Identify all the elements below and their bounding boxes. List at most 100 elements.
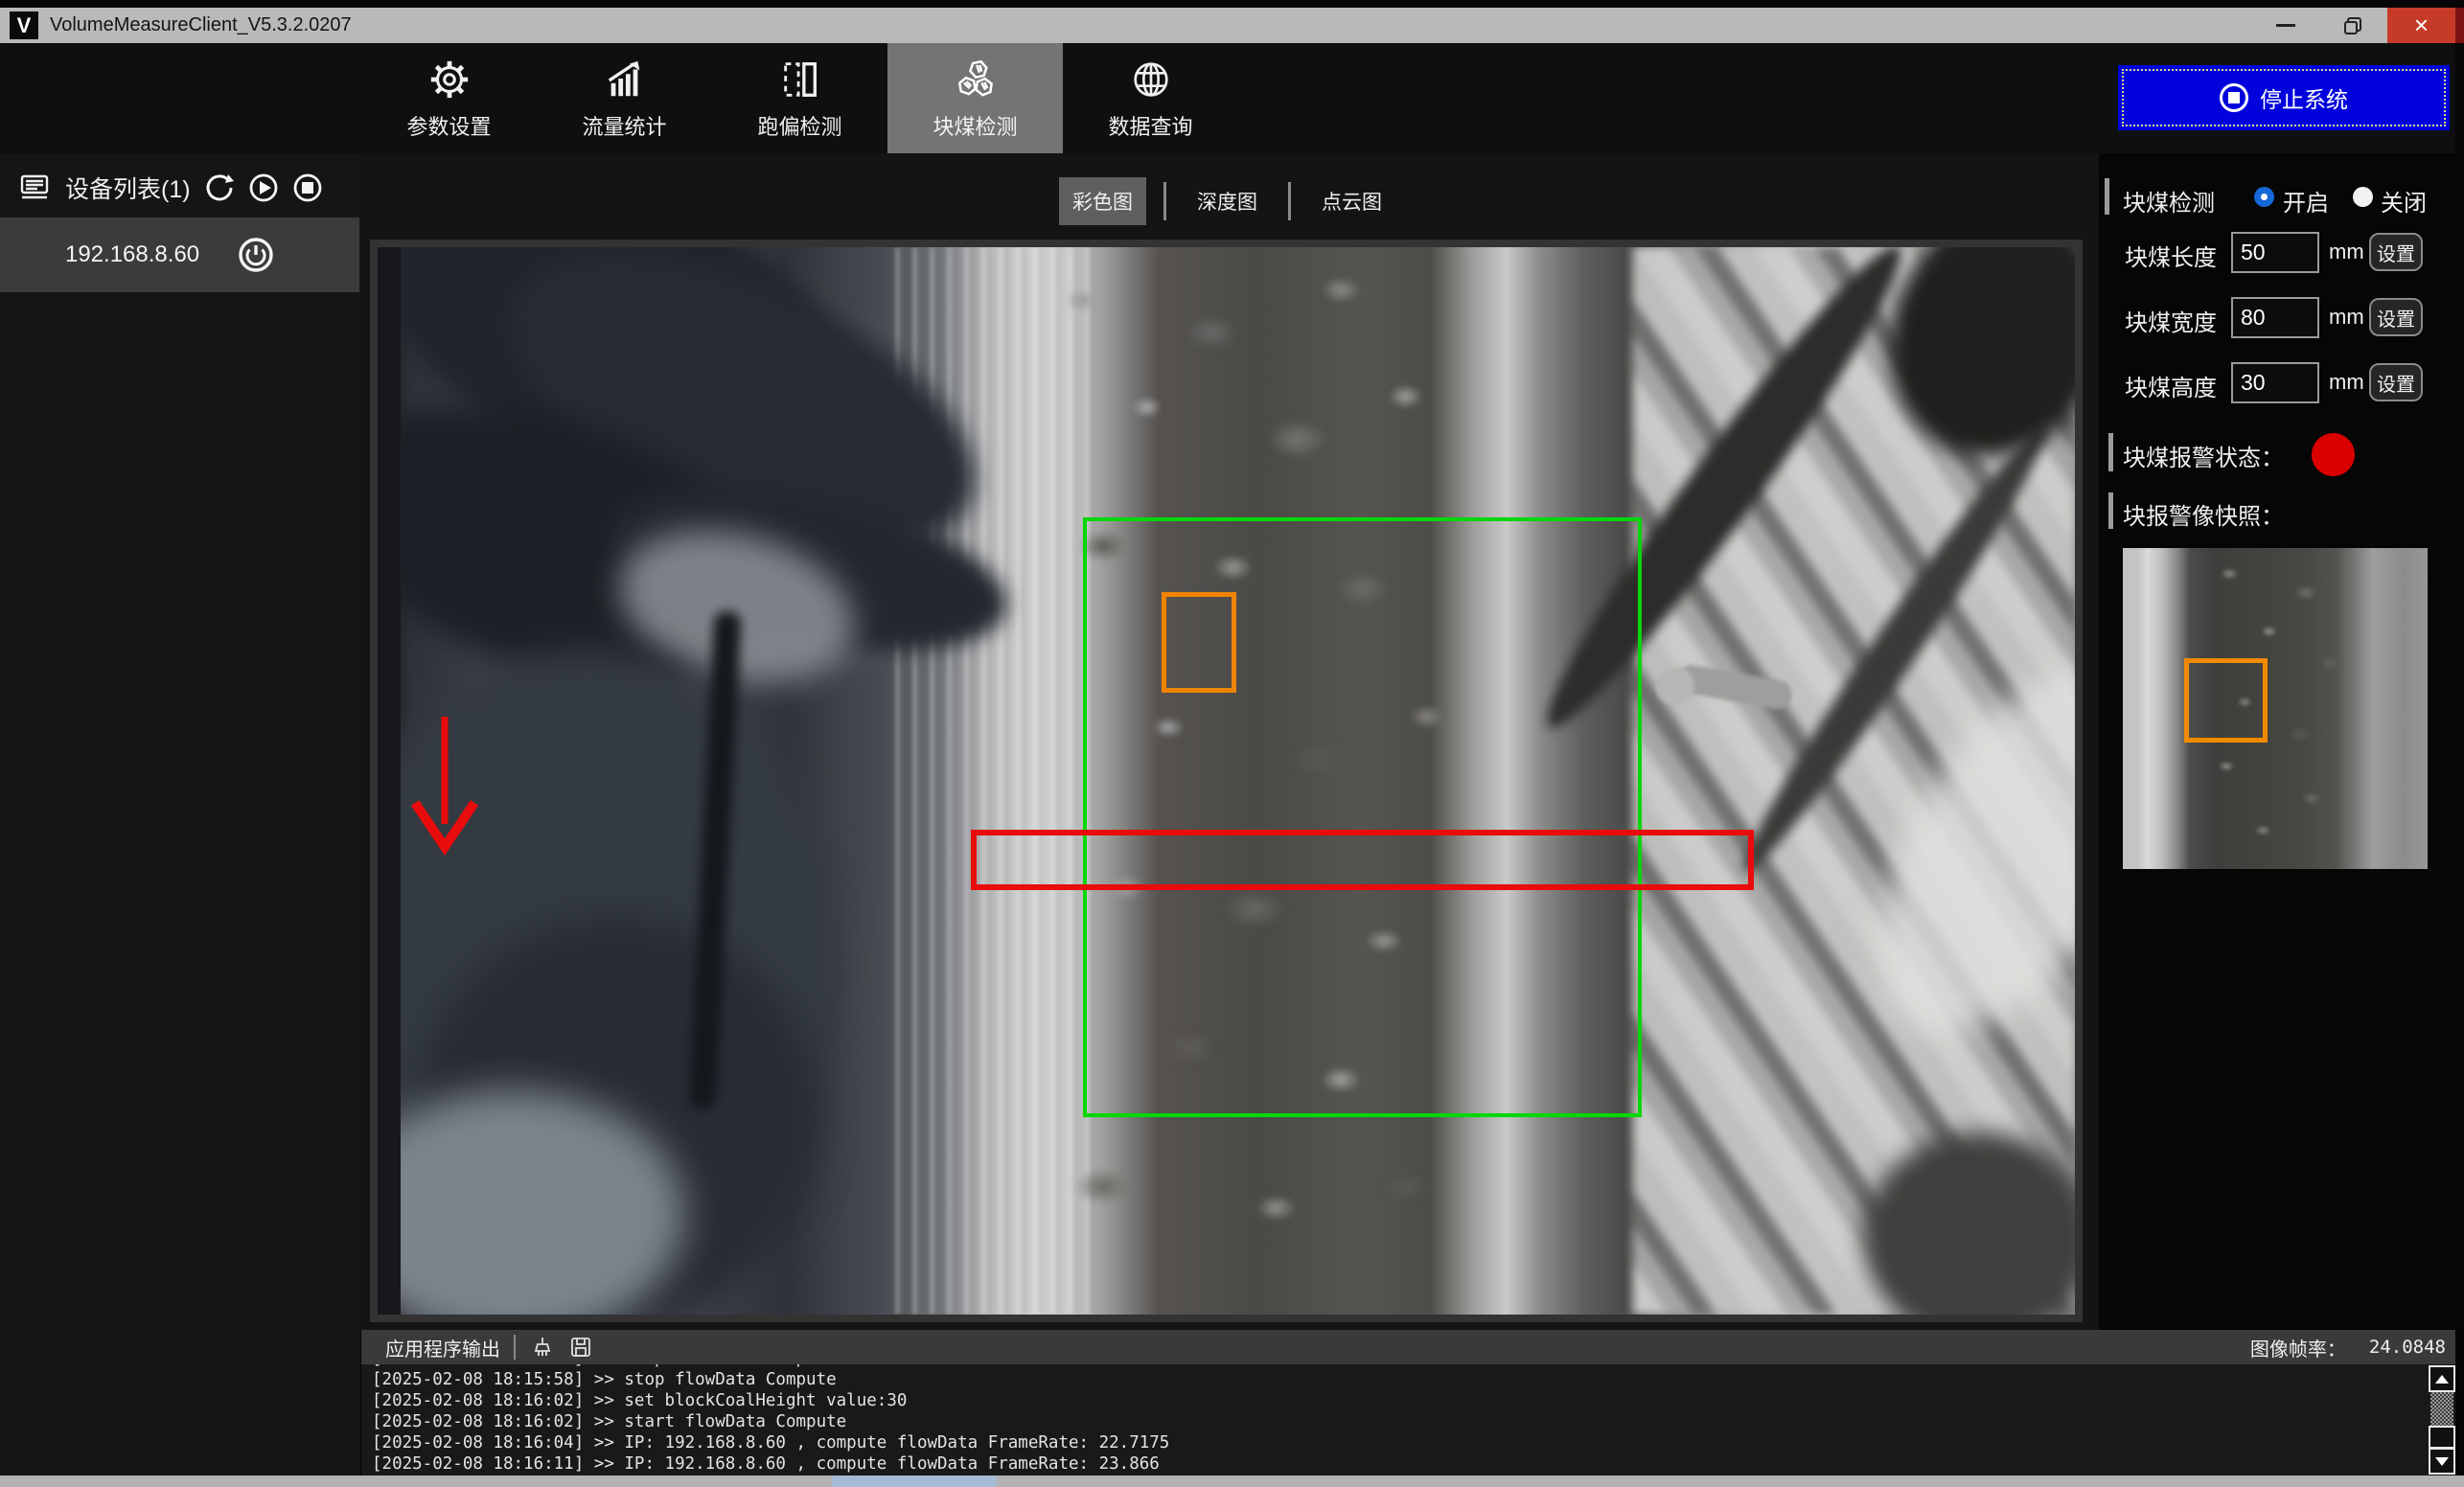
section-accent-bar: [2108, 492, 2113, 529]
minimize-button[interactable]: [2254, 8, 2317, 43]
log-line: [2025-02-08 18:16:11] >> IP: 192.168.8.6…: [372, 1453, 2425, 1475]
background-window-edge: [2455, 8, 2464, 43]
framerate-value: 24.0848: [2369, 1337, 2446, 1358]
framerate-label: 图像帧率：: [2250, 1334, 2346, 1361]
scrollbar-thumb[interactable]: [2429, 1426, 2455, 1449]
radio-off[interactable]: [2353, 187, 2373, 207]
section-accent-bar: [2108, 433, 2113, 471]
camera-color-image: [378, 247, 2075, 1315]
app-logo: V: [10, 11, 38, 39]
radio-off-label[interactable]: 关闭: [2381, 184, 2427, 217]
titlebar: V VolumeMeasureClient_V5.3.2.0207 ×: [0, 8, 2455, 43]
block-length-label: 块煤长度: [2125, 239, 2217, 272]
tab-separator: [1288, 182, 1291, 220]
radio-on[interactable]: [2254, 187, 2274, 207]
toolbar-item-label: 块煤检测: [933, 110, 1017, 141]
alarm-snapshot-image: [2123, 548, 2428, 869]
stop-all-icon[interactable]: [292, 172, 323, 203]
block-height-label: 块煤高度: [2125, 369, 2217, 402]
device-panel-header: 设备列表(1): [0, 158, 360, 217]
log-line: [2025-02-08 18:16:04] >> IP: 192.168.8.6…: [372, 1432, 2425, 1453]
taskbar-sliver: [0, 1476, 2464, 1487]
stop-circle-icon: [2220, 83, 2248, 112]
log-line: [2025-02-08 18:15:58] >> stop flowData C…: [372, 1369, 2425, 1390]
framerate-readout: 图像帧率： 24.0848: [2250, 1330, 2446, 1364]
arrow-up-icon: [2435, 1375, 2449, 1384]
alarm-status-indicator: [2312, 433, 2355, 476]
arrow-down-icon: [2435, 1457, 2449, 1466]
stop-system-button[interactable]: 停止系统: [2118, 65, 2450, 130]
log-lines: [2025-02-08 18:15:58] >> stop flowData C…: [372, 1364, 2425, 1475]
device-panel: 设备列表(1) 192.168.8.60: [0, 153, 360, 1476]
toolbar-item-label: 参数设置: [406, 110, 491, 141]
camera-view-frame: [370, 240, 2083, 1322]
device-list-icon: [19, 173, 54, 202]
toolbar-item-label: 跑偏检测: [757, 110, 841, 141]
section-accent-bar: [2105, 178, 2109, 215]
block-length-input[interactable]: [2231, 232, 2319, 273]
main-toolbar: 参数设置 流量统计 跑偏检测: [0, 43, 2455, 153]
toolbar-item-flow-statistics[interactable]: 流量统计: [537, 43, 712, 153]
block-length-unit: mm: [2329, 240, 2364, 264]
toolbar-item-deviation-detection[interactable]: 跑偏检测: [712, 43, 887, 153]
clear-log-icon[interactable]: [531, 1336, 554, 1359]
save-log-icon[interactable]: [569, 1336, 592, 1359]
detected-block-rectangle: [1162, 592, 1236, 693]
device-row[interactable]: 192.168.8.60: [0, 217, 359, 292]
log-output-area[interactable]: [2025-02-08 18:15:58] >> stop flowData C…: [361, 1364, 2455, 1476]
radio-on-label[interactable]: 开启: [2283, 184, 2329, 217]
play-all-icon[interactable]: [248, 172, 279, 203]
log-line-clipped: [2025-02-08 18:15:58] >> stop flowData C…: [372, 1364, 2425, 1369]
block-coal-section-title: 块煤检测: [2123, 184, 2215, 217]
scrollbar-down-button[interactable]: [2429, 1448, 2455, 1475]
toolbar-item-parameter-settings[interactable]: 参数设置: [361, 43, 537, 153]
device-list-title: 设备列表(1): [65, 171, 191, 205]
block-width-input[interactable]: [2231, 297, 2319, 338]
bar-chart-icon: [602, 57, 648, 103]
log-line: [2025-02-08 18:16:02] >> start flowData …: [372, 1411, 2425, 1432]
scrollbar-track[interactable]: [2430, 1392, 2453, 1427]
alarm-status-label: 块煤报警状态：: [2123, 439, 2284, 472]
minimize-icon: [2276, 24, 2295, 27]
flow-direction-arrow: [410, 713, 479, 858]
log-panel-title: 应用程序输出: [385, 1334, 500, 1361]
gear-icon: [426, 57, 472, 103]
tab-separator: [1163, 182, 1166, 220]
block-height-unit: mm: [2329, 370, 2364, 395]
power-icon[interactable]: [238, 237, 274, 273]
block-width-label: 块煤宽度: [2125, 304, 2217, 337]
alarm-snapshot-label: 块报警像快照：: [2123, 497, 2284, 531]
toolbar-item-label: 流量统计: [582, 110, 666, 141]
globe-icon: [1128, 57, 1174, 103]
log-header-separator: [514, 1335, 516, 1360]
refresh-icon[interactable]: [204, 172, 235, 203]
close-button[interactable]: ×: [2387, 8, 2455, 43]
stop-system-label: 停止系统: [2260, 81, 2348, 114]
toolbar-item-label: 数据查询: [1108, 110, 1192, 141]
toolbar-item-block-coal-detection[interactable]: 块煤检测: [887, 43, 1063, 153]
device-ip: 192.168.8.60: [65, 241, 199, 268]
tab-color-image[interactable]: 彩色图: [1059, 177, 1146, 225]
restore-icon: [2342, 15, 2363, 36]
block-height-set-button[interactable]: 设置: [2369, 363, 2423, 401]
log-scrollbar[interactable]: [2429, 1364, 2455, 1476]
restore-button[interactable]: [2321, 8, 2384, 43]
tab-depth-image[interactable]: 深度图: [1184, 177, 1271, 225]
taskbar-highlight: [832, 1476, 997, 1487]
block-width-set-button[interactable]: 设置: [2369, 298, 2423, 336]
log-panel-header: 应用程序输出 图像帧率： 24.0848: [361, 1330, 2455, 1364]
tab-point-cloud[interactable]: 点云图: [1308, 177, 1395, 225]
coal-lumps-icon: [953, 57, 999, 103]
view-tab-bar: 彩色图 深度图 点云图: [1059, 178, 1395, 224]
log-line: [2025-02-08 18:16:02] >> set blockCoalHe…: [372, 1390, 2425, 1411]
window-title: VolumeMeasureClient_V5.3.2.0207: [50, 8, 352, 43]
scrollbar-up-button[interactable]: [2429, 1365, 2455, 1392]
snapshot-block-rectangle: [2184, 658, 2268, 743]
app-window: V VolumeMeasureClient_V5.3.2.0207 × 参数设置: [0, 0, 2464, 1487]
deviation-rects-icon: [777, 57, 823, 103]
block-height-input[interactable]: [2231, 362, 2319, 403]
toolbar-item-data-query[interactable]: 数据查询: [1063, 43, 1238, 153]
block-width-unit: mm: [2329, 305, 2364, 330]
measure-line-rectangle: [971, 830, 1754, 890]
block-length-set-button[interactable]: 设置: [2369, 233, 2423, 271]
